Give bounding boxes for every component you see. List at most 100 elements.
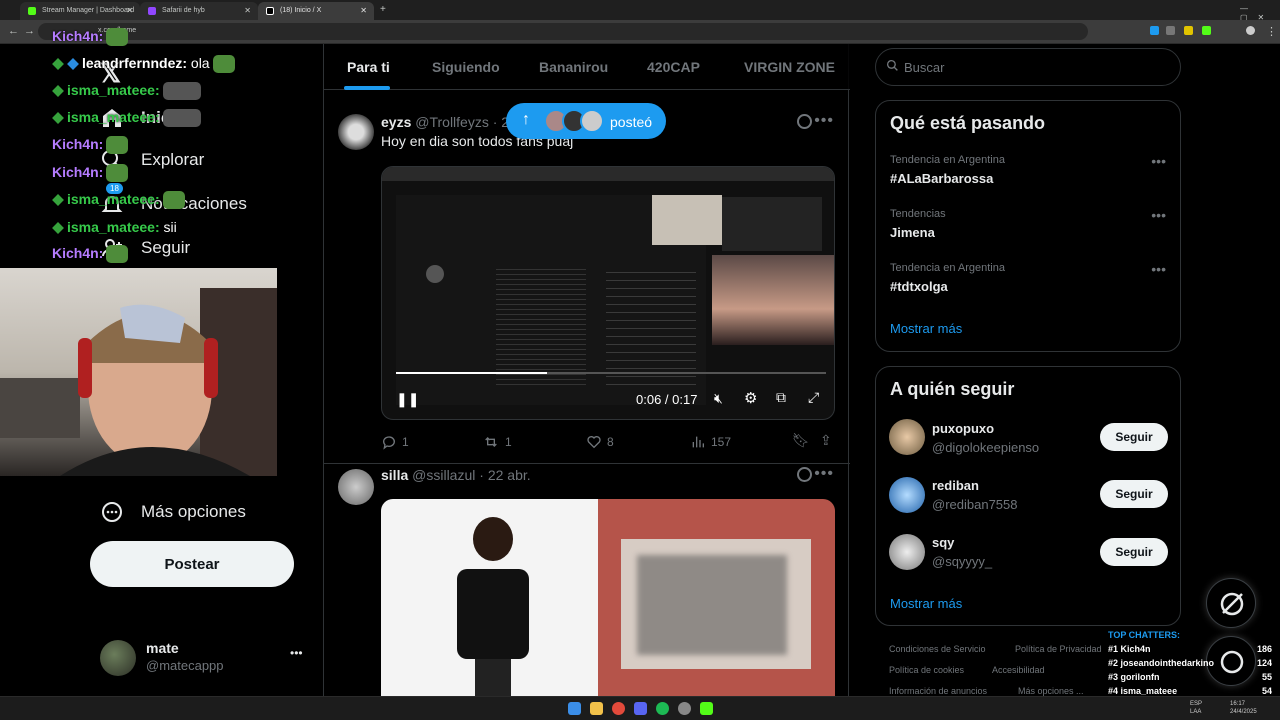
- profile-handle: @matecappp: [146, 658, 224, 673]
- footer-link[interactable]: Más opciones ...: [1018, 686, 1084, 696]
- account-switcher[interactable]: mate @matecappp •••: [100, 638, 310, 678]
- emote-icon: [162, 109, 201, 128]
- arrow-up-icon: ↑: [522, 111, 530, 128]
- post-author[interactable]: eyzs @Trollfeyzs · 23: [381, 114, 517, 130]
- chrome-icon[interactable]: [612, 702, 625, 715]
- reply-icon: [383, 436, 395, 450]
- new-tab-button[interactable]: +: [380, 4, 386, 15]
- extension-icon[interactable]: [1184, 26, 1193, 35]
- extension-icon[interactable]: [1202, 26, 1211, 35]
- url-field[interactable]: x.com/home: [38, 23, 1088, 40]
- grok-icon[interactable]: [797, 114, 812, 129]
- show-more-follow-link[interactable]: Mostrar más: [890, 596, 962, 611]
- close-tab-icon[interactable]: ✕: [126, 6, 133, 15]
- tab-para-ti[interactable]: Para ti: [347, 59, 390, 75]
- footer-link[interactable]: Accesibilidad: [992, 665, 1045, 675]
- more-icon[interactable]: •••: [1151, 153, 1166, 169]
- browser-menu-icon[interactable]: ⋮: [1266, 25, 1277, 38]
- browser-tab[interactable]: Safarii de hyb ✕: [140, 2, 258, 20]
- bookmark-icon[interactable]: 🔖︎: [792, 432, 810, 449]
- video-content: [722, 197, 822, 251]
- browser-tab-strip: Stream Manager | Dashboard ✕ Safarii de …: [0, 0, 1280, 22]
- avatar[interactable]: [338, 114, 374, 150]
- trends-panel: Qué está pasando Tendencia en Argentina …: [875, 100, 1181, 352]
- fullscreen-icon[interactable]: ⤢: [808, 389, 819, 406]
- avatar: [889, 419, 925, 455]
- emote-icon: [106, 136, 129, 155]
- like-button[interactable]: 8: [586, 434, 614, 450]
- new-posts-button[interactable]: ↑ posteó: [506, 103, 666, 139]
- share-icon[interactable]: ⇪: [820, 432, 832, 449]
- back-icon[interactable]: ←: [8, 25, 19, 37]
- windows-taskbar: ESP LAA 16:17 24/4/2025: [0, 696, 1280, 720]
- more-icon[interactable]: •••: [290, 646, 303, 660]
- more-icon[interactable]: •••: [814, 112, 834, 130]
- close-tab-icon[interactable]: ✕: [244, 6, 251, 15]
- more-icon[interactable]: •••: [814, 465, 834, 483]
- grok-button[interactable]: [1206, 578, 1256, 628]
- show-more-trends-link[interactable]: Mostrar más: [890, 321, 962, 336]
- tab-virgin-zone[interactable]: VIRGIN ZONE: [744, 59, 835, 75]
- chat-line: isma_mateee:: [52, 82, 201, 101]
- follow-button[interactable]: Seguir: [1100, 480, 1168, 508]
- video-progress-track[interactable]: [396, 372, 826, 374]
- file-explorer-icon[interactable]: [590, 702, 603, 715]
- app-icon[interactable]: [678, 702, 691, 715]
- browser-tab[interactable]: Stream Manager | Dashboard ✕: [20, 2, 140, 20]
- grok-icon[interactable]: [797, 467, 812, 482]
- clock[interactable]: 16:17 24/4/2025: [1230, 700, 1257, 716]
- chatter-row: #1 Kich4n 186: [1108, 644, 1272, 654]
- address-bar-row: ← → x.com/home ⋮: [0, 20, 1280, 44]
- reply-button[interactable]: 1: [381, 434, 409, 450]
- footer-link[interactable]: Política de Privacidad: [1015, 644, 1102, 654]
- more-icon[interactable]: •••: [1151, 261, 1166, 277]
- views-button[interactable]: 157: [690, 434, 731, 450]
- post-button[interactable]: Postear: [90, 541, 294, 587]
- chat-line: leandrfernndez: ola: [52, 55, 235, 74]
- footer-link[interactable]: Información de anuncios: [889, 686, 987, 696]
- chat-line: isma_mateee:: [52, 109, 201, 128]
- follow-title: A quién seguir: [890, 379, 1015, 399]
- language-indicator[interactable]: ESP LAA: [1190, 700, 1202, 716]
- footer-link[interactable]: Política de cookies: [889, 665, 964, 675]
- spotify-icon[interactable]: [656, 702, 669, 715]
- profile-avatar-icon[interactable]: [1246, 26, 1255, 35]
- extension-icon[interactable]: [1150, 26, 1159, 35]
- search-input[interactable]: Buscar: [875, 48, 1181, 86]
- follow-button[interactable]: Seguir: [1100, 423, 1168, 451]
- post-author[interactable]: silla @ssillazul · 22 abr.: [381, 467, 531, 483]
- follow-button[interactable]: Seguir: [1100, 538, 1168, 566]
- pause-icon[interactable]: ❚❚: [396, 391, 419, 408]
- tab-siguiendo[interactable]: Siguiendo: [432, 59, 500, 75]
- browser-tab-active[interactable]: (18) Inicio / X ✕: [258, 2, 374, 20]
- chat-badge-icon: [52, 194, 64, 207]
- chatter-row: #2 joseandointhedarkino 124: [1108, 658, 1272, 668]
- sidebar-item-more[interactable]: Más opciones: [100, 500, 246, 524]
- tab-420cap[interactable]: 420CAP: [647, 59, 700, 75]
- emote-icon: [106, 164, 129, 183]
- settings-icon[interactable]: ⚙: [744, 389, 757, 407]
- footer-link[interactable]: Condiciones de Servicio: [889, 644, 986, 654]
- post-image[interactable]: [381, 499, 835, 699]
- post[interactable]: eyzs @Trollfeyzs · 23 ••• Hoy en dia son…: [324, 104, 850, 464]
- extension-icon[interactable]: [1166, 26, 1175, 35]
- discord-icon[interactable]: [634, 702, 647, 715]
- video-player[interactable]: ❚❚ 0:06 / 0:17 🔇︎ ⚙ ⧉ ⤢: [381, 166, 835, 420]
- main-feed: Para ti Siguiendo Bananirou 420CAP VIRGI…: [323, 44, 850, 699]
- post[interactable]: silla @ssillazul · 22 abr. •••: [324, 457, 850, 699]
- search-icon: [886, 59, 899, 75]
- chat-line: Kich4n:: [52, 136, 129, 155]
- repost-button[interactable]: 1: [482, 434, 512, 450]
- kick-icon[interactable]: [700, 702, 713, 715]
- tab-bananirou[interactable]: Bananirou: [539, 59, 608, 75]
- mute-icon[interactable]: 🔇︎: [714, 390, 723, 407]
- close-tab-icon[interactable]: ✕: [360, 6, 367, 15]
- forward-icon[interactable]: →: [24, 25, 35, 37]
- emote-icon: [162, 82, 201, 101]
- chat-line: Kich4n:: [52, 28, 129, 47]
- avatar[interactable]: [338, 469, 374, 505]
- more-icon[interactable]: •••: [1151, 207, 1166, 223]
- pip-icon[interactable]: ⧉: [776, 389, 786, 406]
- windows-start-icon[interactable]: [568, 702, 581, 715]
- emote-icon: [212, 55, 235, 74]
